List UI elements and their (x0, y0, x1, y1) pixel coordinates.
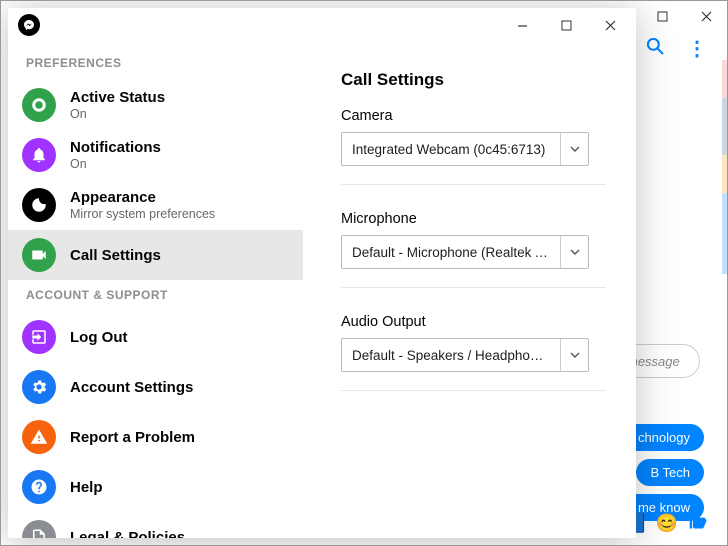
sidebar-item-label: Account Settings (70, 379, 193, 396)
sidebar-item-label: Notifications (70, 139, 161, 156)
camera-select-value: Integrated Webcam (0c45:6713) (342, 142, 560, 157)
settings-content: Call Settings Camera Integrated Webcam (… (303, 42, 636, 538)
page-title: Call Settings (341, 70, 606, 90)
bell-icon (22, 138, 56, 172)
maximize-button[interactable] (544, 10, 588, 40)
microphone-field: Microphone Default - Microphone (Realtek… (341, 211, 606, 288)
sidebar-item-legal[interactable]: Legal & Policies (8, 512, 303, 538)
camera-label: Camera (341, 108, 606, 124)
chat-bubble: B Tech (636, 459, 704, 486)
section-title-account: ACCOUNT & SUPPORT (8, 280, 303, 312)
sidebar-item-call-settings[interactable]: Call Settings (8, 230, 303, 280)
logout-icon (22, 320, 56, 354)
microphone-label: Microphone (341, 211, 606, 227)
main-window-controls (640, 0, 728, 32)
like-icon[interactable] (688, 511, 708, 536)
section-title-preferences: PREFERENCES (8, 48, 303, 80)
microphone-select[interactable]: Default - Microphone (Realtek Audio) (341, 235, 589, 269)
divider (341, 390, 606, 391)
sidebar-item-report-problem[interactable]: Report a Problem (8, 412, 303, 462)
sidebar-item-label: Appearance (70, 189, 215, 206)
active-status-icon (22, 88, 56, 122)
sidebar-item-label: Log Out (70, 329, 127, 346)
sidebar-item-label: Help (70, 479, 103, 496)
main-maximize-button[interactable] (640, 2, 684, 30)
preferences-sidebar: PREFERENCES Active Status On Notificatio… (8, 42, 303, 538)
camera-field: Camera Integrated Webcam (0c45:6713) (341, 108, 606, 185)
preferences-titlebar (8, 8, 636, 42)
chevron-down-icon (560, 236, 588, 268)
audio-output-select[interactable]: Default - Speakers / Headphones (Re... (341, 338, 589, 372)
main-header-actions: ⋮ (645, 36, 708, 61)
sidebar-item-label: Call Settings (70, 247, 161, 264)
more-menu-icon[interactable]: ⋮ (687, 44, 708, 54)
messenger-logo-icon (18, 14, 40, 36)
audio-output-field: Audio Output Default - Speakers / Headph… (341, 314, 606, 391)
sidebar-item-sub: Mirror system preferences (70, 207, 215, 221)
microphone-select-value: Default - Microphone (Realtek Audio) (342, 245, 560, 260)
sidebar-item-active-status[interactable]: Active Status On (8, 80, 303, 130)
sidebar-item-help[interactable]: Help (8, 462, 303, 512)
sidebar-item-label: Report a Problem (70, 429, 195, 446)
chevron-down-icon (560, 339, 588, 371)
sidebar-item-sub: On (70, 107, 165, 121)
audio-output-label: Audio Output (341, 314, 606, 330)
sidebar-item-label: Active Status (70, 89, 165, 106)
sidebar-item-sub: On (70, 157, 161, 171)
divider (341, 287, 606, 288)
camera-select[interactable]: Integrated Webcam (0c45:6713) (341, 132, 589, 166)
warning-icon (22, 420, 56, 454)
close-button[interactable] (588, 10, 632, 40)
moon-icon (22, 188, 56, 222)
sidebar-item-log-out[interactable]: Log Out (8, 312, 303, 362)
preferences-window-controls (500, 10, 632, 40)
emoji-icon[interactable]: 😊 (656, 513, 678, 534)
sidebar-item-notifications[interactable]: Notifications On (8, 130, 303, 180)
gear-icon (22, 370, 56, 404)
minimize-button[interactable] (500, 10, 544, 40)
sidebar-item-label: Legal & Policies (70, 529, 185, 539)
chevron-down-icon (560, 133, 588, 165)
contact-strip (722, 60, 728, 536)
video-icon (22, 238, 56, 272)
help-icon (22, 470, 56, 504)
main-close-button[interactable] (684, 2, 728, 30)
sidebar-item-account-settings[interactable]: Account Settings (8, 362, 303, 412)
sidebar-item-appearance[interactable]: Appearance Mirror system preferences (8, 180, 303, 230)
divider (341, 184, 606, 185)
preferences-window: PREFERENCES Active Status On Notificatio… (8, 8, 636, 538)
document-icon (22, 520, 56, 538)
audio-output-select-value: Default - Speakers / Headphones (Re... (342, 348, 560, 363)
search-icon[interactable] (645, 36, 665, 61)
